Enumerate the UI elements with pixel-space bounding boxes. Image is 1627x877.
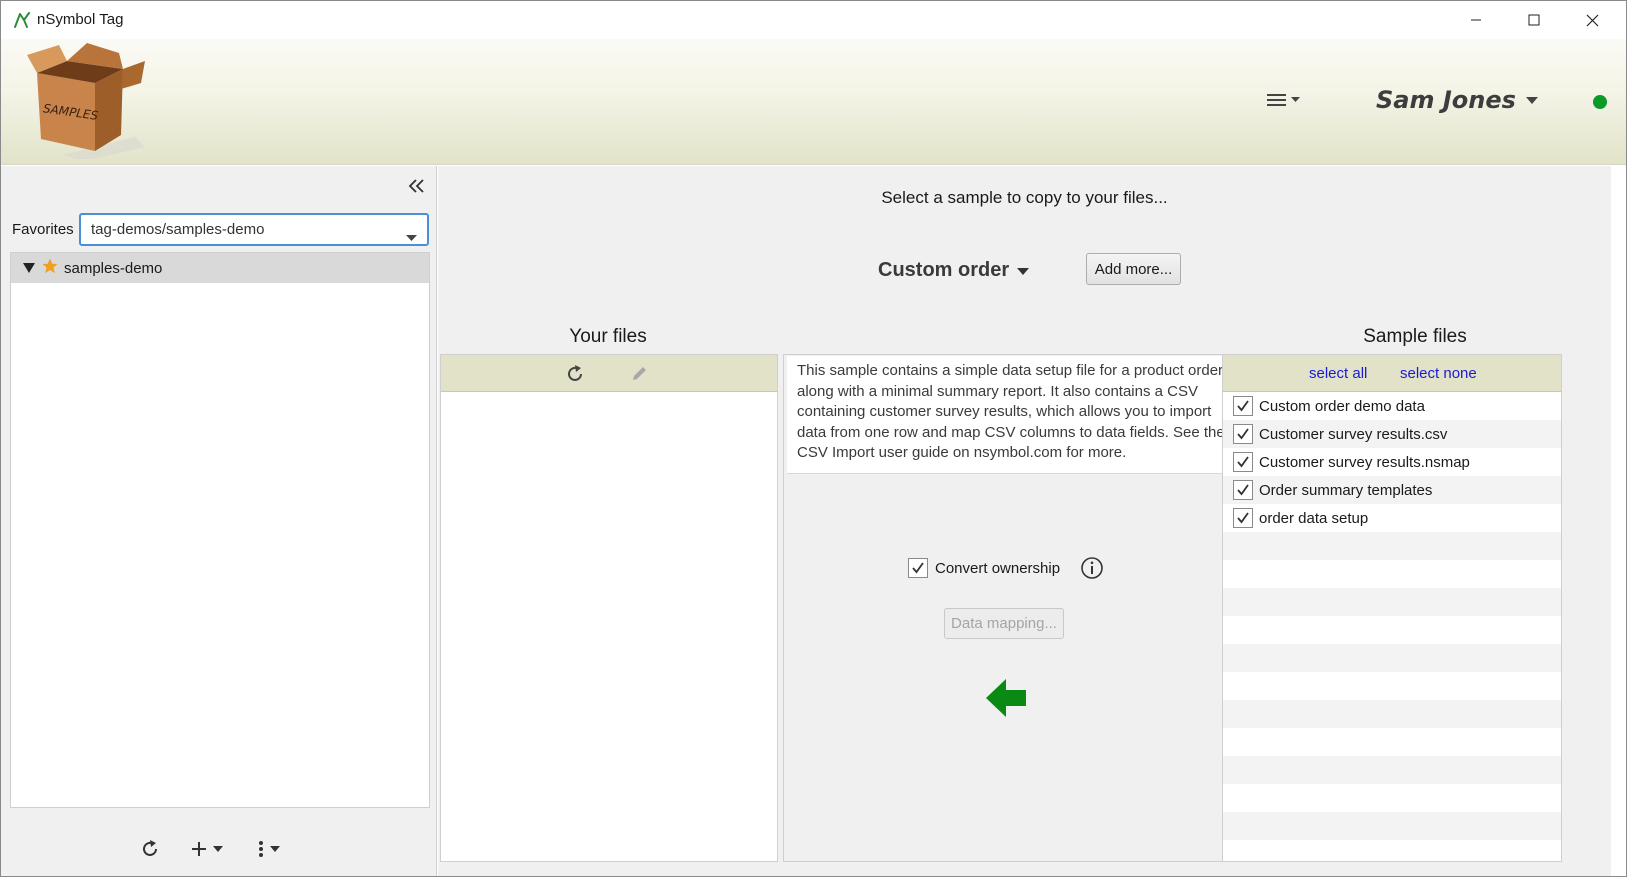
list-item[interactable]: Customer survey results.csv <box>1223 420 1561 448</box>
checkmark-icon <box>1237 456 1249 468</box>
more-options-button[interactable] <box>256 834 280 864</box>
chevron-down-icon <box>1017 262 1030 279</box>
instruction-text: Select a sample to copy to your files... <box>881 188 1168 207</box>
data-mapping-button[interactable]: Data mapping... <box>944 608 1064 639</box>
list-item[interactable]: order data setup <box>1223 504 1561 532</box>
file-label: Order summary templates <box>1259 481 1433 499</box>
file-checkbox[interactable] <box>1233 424 1253 444</box>
file-checkbox[interactable] <box>1233 452 1253 472</box>
refresh-files-button[interactable] <box>563 362 587 386</box>
favorites-label: Favorites <box>12 221 74 238</box>
chevron-down-icon <box>270 846 280 852</box>
favorites-select[interactable]: tag-demos/samples-demo <box>79 213 429 246</box>
sample-files-toolbar: select all select none <box>1223 355 1561 392</box>
vertical-dots-icon <box>259 841 263 857</box>
empty-row <box>1223 812 1561 840</box>
checkmark-icon <box>1237 400 1249 412</box>
file-label: Customer survey results.csv <box>1259 425 1448 443</box>
close-button[interactable] <box>1563 1 1621 39</box>
tree-item-label: samples-demo <box>64 259 163 277</box>
file-checkbox[interactable] <box>1233 480 1253 500</box>
empty-row <box>1223 672 1561 700</box>
empty-row <box>1223 700 1561 728</box>
empty-row <box>1223 644 1561 672</box>
refresh-tree-button[interactable] <box>139 834 161 864</box>
empty-row <box>1223 560 1561 588</box>
online-status-icon <box>1593 95 1607 109</box>
sidebar-toolbar <box>1 826 436 876</box>
checkmark-icon <box>912 562 924 574</box>
app-header: SAMPLES Sam Jones <box>1 39 1626 165</box>
refresh-icon <box>568 365 582 381</box>
menu-icon <box>1267 94 1286 106</box>
maximize-button[interactable] <box>1505 1 1563 39</box>
convert-ownership-checkbox[interactable] <box>908 558 928 578</box>
empty-row <box>1223 728 1561 756</box>
your-files-title: Your files <box>569 326 647 347</box>
empty-row <box>1223 616 1561 644</box>
sample-selector[interactable]: Custom order <box>878 259 1030 282</box>
plus-icon <box>192 842 206 856</box>
file-label: Customer survey results.nsmap <box>1259 453 1470 471</box>
samples-box-logo: SAMPLES <box>23 43 149 161</box>
collapse-sidebar-button[interactable] <box>405 174 429 198</box>
file-label: Custom order demo data <box>1259 397 1425 415</box>
checkmark-icon <box>1237 484 1249 496</box>
convert-ownership-label: Convert ownership <box>935 559 1061 577</box>
pencil-icon <box>633 367 646 380</box>
copy-to-files-button[interactable] <box>984 677 1028 719</box>
your-files-toolbar <box>441 355 777 392</box>
tree-item-samples-demo[interactable]: samples-demo <box>11 253 429 283</box>
arrow-left-icon <box>986 679 1026 717</box>
empty-row <box>1223 840 1561 868</box>
chevron-down-icon <box>213 846 223 852</box>
file-label: order data setup <box>1259 509 1369 527</box>
info-icon[interactable] <box>1080 556 1104 580</box>
star-icon <box>41 257 61 279</box>
double-chevron-left-icon <box>408 179 424 193</box>
file-checkbox[interactable] <box>1233 508 1253 528</box>
your-files-panel <box>440 354 778 862</box>
favorites-value: tag-demos/samples-demo <box>91 221 265 238</box>
minimize-button[interactable] <box>1447 1 1505 39</box>
convert-ownership-row: Convert ownership <box>908 556 1104 580</box>
sample-description: This sample contains a simple data setup… <box>787 356 1236 474</box>
expand-toggle-icon[interactable] <box>23 260 37 277</box>
left-sidebar: Favorites tag-demos/samples-demo samples… <box>1 166 437 876</box>
empty-row <box>1223 756 1561 784</box>
main-menu-button[interactable] <box>1265 87 1305 113</box>
empty-row <box>1223 784 1561 812</box>
select-all-link[interactable]: select all <box>1309 365 1367 382</box>
checkmark-icon <box>1237 512 1249 524</box>
app-tag-icon <box>12 10 32 30</box>
refresh-icon <box>143 840 157 856</box>
sample-details-panel: This sample contains a simple data setup… <box>783 354 1240 862</box>
selected-sample-label: Custom order <box>878 259 1010 281</box>
app-window: nSymbol Tag SAMPLES Sam Jones Favorites … <box>0 0 1627 877</box>
user-menu[interactable]: Sam Jones <box>1376 85 1538 115</box>
edit-file-button[interactable] <box>627 362 651 386</box>
checkmark-icon <box>1237 428 1249 440</box>
sample-files-title: Sample files <box>1363 326 1467 347</box>
folder-tree: samples-demo <box>10 252 430 808</box>
user-name: Sam Jones <box>1376 86 1516 114</box>
add-more-button[interactable]: Add more... <box>1086 253 1181 285</box>
select-none-link[interactable]: select none <box>1400 365 1477 382</box>
list-item[interactable]: Customer survey results.nsmap <box>1223 448 1561 476</box>
sample-files-panel: select all select none Custom order demo… <box>1222 354 1562 862</box>
empty-row <box>1223 588 1561 616</box>
empty-row <box>1223 532 1561 560</box>
file-checkbox[interactable] <box>1233 396 1253 416</box>
list-item[interactable]: Order summary templates <box>1223 476 1561 504</box>
main-content: Select a sample to copy to your files...… <box>438 166 1611 876</box>
list-item[interactable]: Custom order demo data <box>1223 392 1561 420</box>
sample-files-list: Custom order demo data Customer survey r… <box>1223 392 1561 868</box>
chevron-down-icon <box>406 228 417 245</box>
chevron-down-icon <box>1525 92 1538 109</box>
add-menu-button[interactable] <box>189 834 223 864</box>
title-bar: nSymbol Tag <box>1 1 1626 39</box>
window-title: nSymbol Tag <box>37 11 124 28</box>
